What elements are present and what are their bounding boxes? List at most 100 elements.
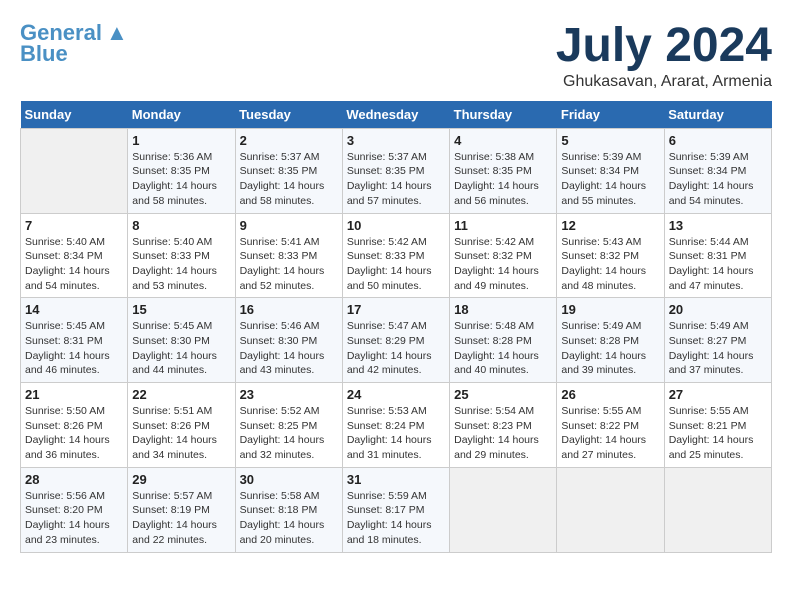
day-info: Sunrise: 5:58 AM Sunset: 8:18 PM Dayligh… [240,489,338,548]
day-info: Sunrise: 5:49 AM Sunset: 8:27 PM Dayligh… [669,319,767,378]
day-info: Sunrise: 5:42 AM Sunset: 8:32 PM Dayligh… [454,235,552,294]
day-number: 21 [25,387,123,402]
calendar-cell: 15Sunrise: 5:45 AM Sunset: 8:30 PM Dayli… [128,298,235,383]
calendar-cell: 6 Sunrise: 5:39 AM Sunset: 8:34 PM Daylig… [664,128,771,213]
day-number: 27 [669,387,767,402]
day-number: 10 [347,218,445,233]
day-info: Sunrise: 5:46 AM Sunset: 8:30 PM Dayligh… [240,319,338,378]
day-number: 5 [561,133,659,148]
day-info: Sunrise: 5:57 AM Sunset: 8:19 PM Dayligh… [132,489,230,548]
calendar-week-row: 21 Sunrise: 5:50 AM Sunset: 8:26 PM Dayli… [21,383,772,468]
day-number: 2 [240,133,338,148]
calendar-cell: 25 Sunrise: 5:54 AM Sunset: 8:23 PM Dayli… [450,383,557,468]
calendar-header-tuesday: Tuesday [235,101,342,129]
calendar-cell: 30 Sunrise: 5:58 AM Sunset: 8:18 PM Dayli… [235,467,342,552]
calendar-cell: 31 Sunrise: 5:59 AM Sunset: 8:17 PM Dayli… [342,467,449,552]
calendar-week-row: 14 Sunrise: 5:45 AM Sunset: 8:31 PM Dayli… [21,298,772,383]
day-number: 24 [347,387,445,402]
day-info: Sunrise: 5:50 AM Sunset: 8:26 PM Dayligh… [25,404,123,463]
day-number: 16 [240,302,338,317]
day-number: 29 [132,472,230,487]
day-number: 9 [240,218,338,233]
calendar-week-row: 7 Sunrise: 5:40 AM Sunset: 8:34 PM Daylig… [21,213,772,298]
page-header: General ▲ Blue July 2024 Ghukasavan, Ara… [20,20,772,91]
calendar-cell: 23 Sunrise: 5:52 AM Sunset: 8:25 PM Dayli… [235,383,342,468]
day-info: Sunrise: 5:39 AM Sunset: 8:34 PM Dayligh… [669,150,767,209]
calendar-cell: 18 Sunrise: 5:48 AM Sunset: 8:28 PM Dayli… [450,298,557,383]
calendar-cell [21,128,128,213]
day-number: 20 [669,302,767,317]
location: Ghukasavan, Ararat, Armenia [556,73,772,91]
day-info: Sunrise: 5:45 AM Sunset: 8:31 PM Dayligh… [25,319,123,378]
calendar-header-friday: Friday [557,101,664,129]
day-info: Sunrise: 5:41 AM Sunset: 8:33 PM Dayligh… [240,235,338,294]
day-number: 15 [132,302,230,317]
logo: General ▲ Blue [20,20,128,66]
day-number: 28 [25,472,123,487]
title-block: July 2024 Ghukasavan, Ararat, Armenia [556,20,772,91]
day-number: 12 [561,218,659,233]
day-number: 3 [347,133,445,148]
day-number: 7 [25,218,123,233]
day-number: 25 [454,387,552,402]
calendar-cell: 24Sunrise: 5:53 AM Sunset: 8:24 PM Dayli… [342,383,449,468]
day-info: Sunrise: 5:37 AM Sunset: 8:35 PM Dayligh… [240,150,338,209]
calendar-cell: 10 Sunrise: 5:42 AM Sunset: 8:33 PM Dayli… [342,213,449,298]
day-info: Sunrise: 5:42 AM Sunset: 8:33 PM Dayligh… [347,235,445,294]
calendar-cell: 11 Sunrise: 5:42 AM Sunset: 8:32 PM Dayli… [450,213,557,298]
day-info: Sunrise: 5:56 AM Sunset: 8:20 PM Dayligh… [25,489,123,548]
day-number: 23 [240,387,338,402]
calendar-header-sunday: Sunday [21,101,128,129]
day-number: 18 [454,302,552,317]
calendar-cell: 20 Sunrise: 5:49 AM Sunset: 8:27 PM Dayli… [664,298,771,383]
day-info: Sunrise: 5:52 AM Sunset: 8:25 PM Dayligh… [240,404,338,463]
calendar-cell: 14 Sunrise: 5:45 AM Sunset: 8:31 PM Dayli… [21,298,128,383]
calendar-cell: 19 Sunrise: 5:49 AM Sunset: 8:28 PM Dayli… [557,298,664,383]
day-info: Sunrise: 5:49 AM Sunset: 8:28 PM Dayligh… [561,319,659,378]
day-number: 8 [132,218,230,233]
calendar-cell: 12 Sunrise: 5:43 AM Sunset: 8:32 PM Dayli… [557,213,664,298]
calendar-cell [664,467,771,552]
day-number: 1 [132,133,230,148]
day-number: 19 [561,302,659,317]
day-info: Sunrise: 5:40 AM Sunset: 8:34 PM Dayligh… [25,235,123,294]
day-info: Sunrise: 5:54 AM Sunset: 8:23 PM Dayligh… [454,404,552,463]
day-number: 31 [347,472,445,487]
day-info: Sunrise: 5:43 AM Sunset: 8:32 PM Dayligh… [561,235,659,294]
day-number: 4 [454,133,552,148]
calendar-cell: 21 Sunrise: 5:50 AM Sunset: 8:26 PM Dayli… [21,383,128,468]
calendar-cell: 5 Sunrise: 5:39 AM Sunset: 8:34 PM Daylig… [557,128,664,213]
day-number: 26 [561,387,659,402]
day-info: Sunrise: 5:40 AM Sunset: 8:33 PM Dayligh… [132,235,230,294]
day-info: Sunrise: 5:55 AM Sunset: 8:21 PM Dayligh… [669,404,767,463]
calendar-cell: 1Sunrise: 5:36 AM Sunset: 8:35 PM Daylig… [128,128,235,213]
day-number: 30 [240,472,338,487]
month-title: July 2024 [556,20,772,73]
day-number: 22 [132,387,230,402]
calendar-cell: 27 Sunrise: 5:55 AM Sunset: 8:21 PM Dayli… [664,383,771,468]
calendar-cell: 4Sunrise: 5:38 AM Sunset: 8:35 PM Daylig… [450,128,557,213]
calendar-cell: 17Sunrise: 5:47 AM Sunset: 8:29 PM Dayli… [342,298,449,383]
day-info: Sunrise: 5:37 AM Sunset: 8:35 PM Dayligh… [347,150,445,209]
calendar-week-row: 28 Sunrise: 5:56 AM Sunset: 8:20 PM Dayli… [21,467,772,552]
day-info: Sunrise: 5:55 AM Sunset: 8:22 PM Dayligh… [561,404,659,463]
day-info: Sunrise: 5:39 AM Sunset: 8:34 PM Dayligh… [561,150,659,209]
day-number: 6 [669,133,767,148]
day-number: 14 [25,302,123,317]
calendar-cell: 2 Sunrise: 5:37 AM Sunset: 8:35 PM Daylig… [235,128,342,213]
day-info: Sunrise: 5:59 AM Sunset: 8:17 PM Dayligh… [347,489,445,548]
calendar-cell: 8 Sunrise: 5:40 AM Sunset: 8:33 PM Daylig… [128,213,235,298]
calendar-header-monday: Monday [128,101,235,129]
calendar-table: SundayMondayTuesdayWednesdayThursdayFrid… [20,101,772,553]
logo-bird-icon: ▲ [106,20,128,46]
calendar-cell: 28 Sunrise: 5:56 AM Sunset: 8:20 PM Dayli… [21,467,128,552]
calendar-cell: 13Sunrise: 5:44 AM Sunset: 8:31 PM Dayli… [664,213,771,298]
day-number: 11 [454,218,552,233]
day-info: Sunrise: 5:48 AM Sunset: 8:28 PM Dayligh… [454,319,552,378]
calendar-cell: 22 Sunrise: 5:51 AM Sunset: 8:26 PM Dayli… [128,383,235,468]
calendar-cell [557,467,664,552]
day-info: Sunrise: 5:51 AM Sunset: 8:26 PM Dayligh… [132,404,230,463]
day-info: Sunrise: 5:47 AM Sunset: 8:29 PM Dayligh… [347,319,445,378]
calendar-cell [450,467,557,552]
calendar-header-thursday: Thursday [450,101,557,129]
